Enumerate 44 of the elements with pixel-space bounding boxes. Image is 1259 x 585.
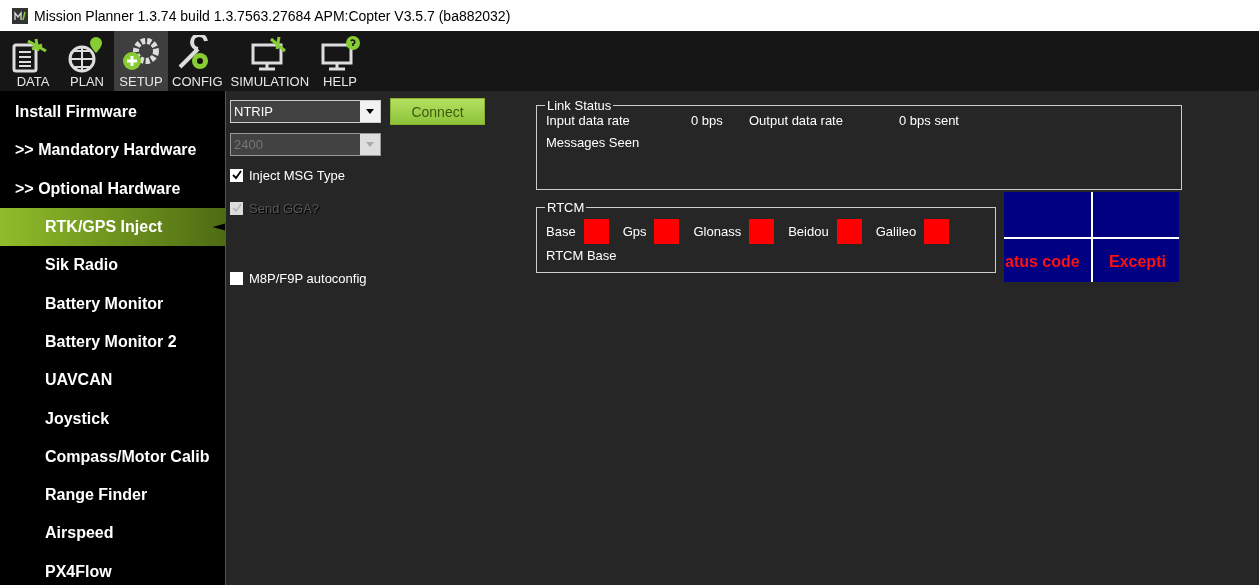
field-label: Input data rate	[546, 113, 631, 128]
sidebar-item[interactable]: Sik Radio	[0, 246, 225, 285]
toolbar-button[interactable]: PLAN	[60, 31, 114, 91]
sidebar-item[interactable]: RTK/GPS Inject	[0, 207, 226, 247]
indicator-label: Glonass	[693, 224, 742, 239]
sidebar-item[interactable]: Battery Monitor	[0, 284, 225, 323]
checkbox-label: Inject MSG Type	[249, 167, 345, 183]
indicator-label: Base	[546, 224, 576, 239]
field-label: Output data rate	[749, 113, 844, 128]
field-label: Messages Seen	[546, 135, 641, 150]
field-label: RTCM Base	[546, 248, 618, 263]
sidebar-item[interactable]: Airspeed	[0, 514, 225, 553]
sidebar-item[interactable]: Range Finder	[0, 475, 225, 515]
map-error-text: Excepti	[1109, 253, 1166, 271]
indicator-label: Galileo	[875, 224, 917, 239]
group-title: RTCM	[546, 200, 586, 215]
field-value: 0 bps sent	[899, 113, 959, 128]
checkbox[interactable]	[230, 271, 243, 285]
checkbox[interactable]	[230, 168, 243, 182]
caret-icon	[366, 142, 374, 147]
connect-button[interactable]: Connect	[390, 98, 485, 125]
app-logo-icon	[12, 7, 28, 24]
field-value: 0 bps	[691, 113, 724, 128]
sidebar-item[interactable]: >> Mandatory Hardware	[0, 131, 225, 170]
sidebar-item[interactable]: Compass/Motor Calib	[0, 437, 225, 476]
window-title: Mission Planner 1.3.74 build 1.3.7563.27684 APM:Copter V3.5.7 (ba882032)	[34, 7, 511, 24]
toolbar-button[interactable]: HELP	[313, 31, 368, 91]
sidebar-item[interactable]: Install Firmware	[0, 93, 225, 132]
map-error-text: atus code	[1005, 253, 1080, 271]
toolbar-button[interactable]: SETUP	[114, 31, 168, 91]
checkbox-label: M8P/F9P autoconfig	[249, 270, 367, 286]
indicator-label: Beidou	[788, 224, 829, 239]
toolbar-button[interactable]: CONFIG	[168, 31, 227, 91]
indicator-label: Gps	[622, 224, 647, 239]
sidebar-item[interactable]: Battery Monitor 2	[0, 322, 225, 362]
toolbar-button[interactable]: DATA	[6, 31, 60, 91]
sidebar-item[interactable]: UAVCAN	[0, 361, 225, 400]
sidebar-item[interactable]: Joystick	[0, 399, 225, 438]
connection-type-dropdown[interactable]: NTRIP	[230, 100, 381, 123]
sidebar-item[interactable]: PX4Flow	[0, 552, 225, 585]
group-title: Link Status	[546, 98, 613, 113]
sidebar-item[interactable]: >> Optional Hardware	[0, 169, 225, 208]
caret-icon	[366, 109, 374, 114]
toolbar-button[interactable]: SIMULATION	[226, 31, 314, 91]
